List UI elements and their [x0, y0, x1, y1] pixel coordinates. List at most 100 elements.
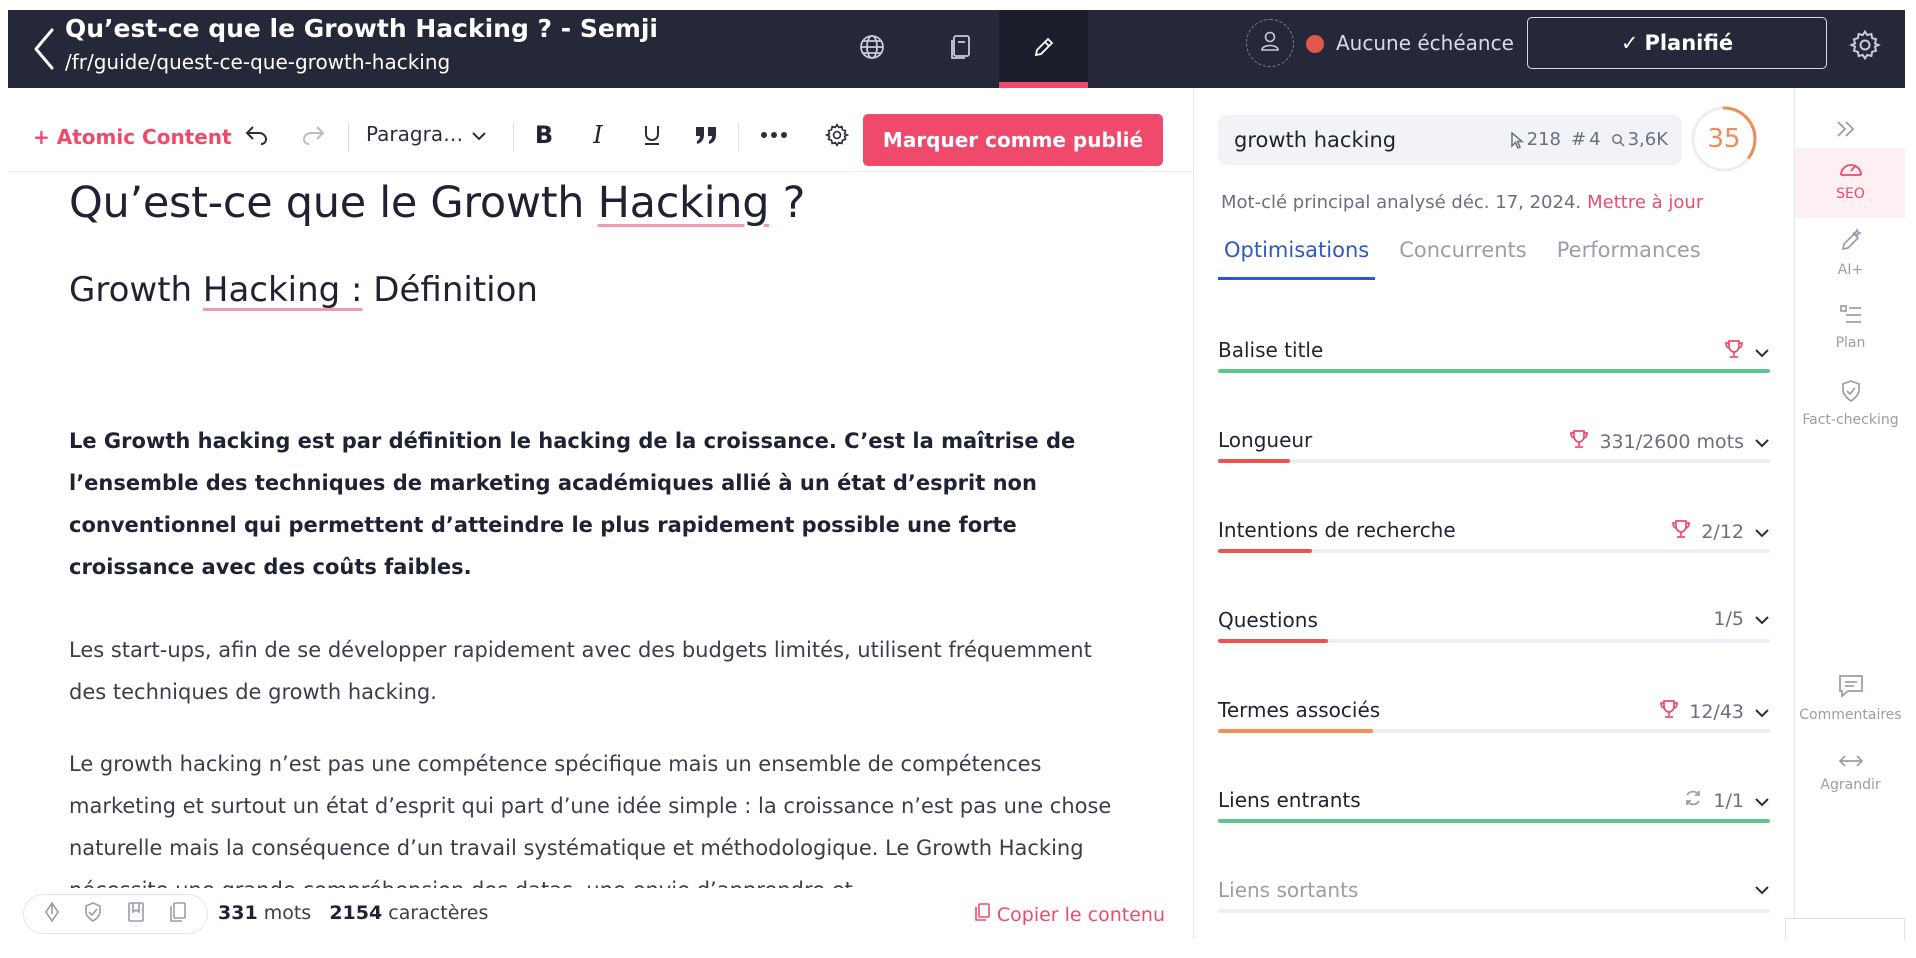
chevron-down-icon[interactable]: [1754, 608, 1770, 630]
criterion-progress-bar: [1218, 909, 1770, 913]
word-count-value: 331: [218, 902, 258, 924]
article-heading-2[interactable]: Growth Hacking : Définition: [69, 270, 538, 310]
criterion-row[interactable]: Questions 1/5: [1218, 608, 1770, 648]
status-planned-button[interactable]: ✓ Planifié: [1527, 17, 1827, 69]
criterion-progress-bar: [1218, 459, 1770, 463]
more-options-icon[interactable]: [757, 118, 791, 152]
tab-performances[interactable]: Performances: [1551, 238, 1707, 280]
chevron-down-icon[interactable]: [1754, 790, 1770, 812]
rail-item-seo[interactable]: SEO: [1795, 148, 1905, 218]
outline-list-icon: [1838, 303, 1864, 331]
analysis-date-text: Mot-clé principal analysé déc. 17, 2024.: [1221, 192, 1582, 213]
heading-2-text-end: Définition: [362, 270, 538, 310]
article-heading-1[interactable]: Qu’est-ce que le Growth Hacking ?: [69, 178, 805, 228]
criterion-row[interactable]: Longueur 331/2600 mots: [1218, 428, 1770, 468]
italic-icon[interactable]: I: [581, 118, 615, 152]
paragraph-style-select[interactable]: Paragra…: [366, 122, 487, 146]
criterion-label: Liens sortants: [1218, 878, 1359, 902]
criterion-value: 331/2600 mots: [1599, 430, 1744, 453]
criterion-row[interactable]: Balise title: [1218, 338, 1770, 378]
keyword-analysis-date: Mot-clé principal analysé déc. 17, 2024.…: [1221, 192, 1703, 213]
tab-optimisations[interactable]: Optimisations: [1218, 238, 1376, 280]
underline-icon[interactable]: [635, 118, 669, 152]
chevron-down-icon[interactable]: [1754, 521, 1770, 543]
rail-label-fact-checking: Fact-checking: [1802, 412, 1899, 428]
criterion-progress-fill: [1218, 819, 1770, 823]
chevron-down-icon[interactable]: [1754, 878, 1770, 900]
main-keyword-box[interactable]: growth hacking 218 # 4 3,6K: [1218, 115, 1682, 165]
criterion-row[interactable]: Liens sortants: [1218, 878, 1770, 918]
criterion-row[interactable]: Termes associés 12/43: [1218, 698, 1770, 738]
tab-editor[interactable]: [999, 10, 1088, 88]
undo-icon[interactable]: [240, 118, 274, 152]
copy-document-icon[interactable]: [168, 901, 188, 927]
shield-check-icon[interactable]: [83, 901, 103, 927]
criterion-row[interactable]: Liens entrants 1/1: [1218, 788, 1770, 828]
editor-toolbar: + Atomic Content Paragra… B I Marquer co…: [8, 88, 1193, 172]
top-bar: Qu’est-ce que le Growth Hacking ? - Semj…: [8, 10, 1905, 88]
rail-label-expand: Agrandir: [1820, 777, 1881, 793]
due-date-status-dot: [1306, 35, 1324, 53]
chevron-down-icon: [471, 122, 487, 146]
back-arrow-icon[interactable]: [30, 26, 60, 72]
criterion-value: 1/1: [1713, 789, 1744, 812]
collapse-panel-icon[interactable]: [1835, 120, 1857, 142]
criterion-status: 1/1: [1683, 788, 1770, 813]
heading-2-highlighted-term: Hacking :: [202, 270, 363, 310]
content-score[interactable]: 35: [1690, 105, 1758, 173]
clicks-value: 218: [1526, 129, 1562, 150]
tab-globe[interactable]: [827, 10, 916, 88]
footer-tools: [23, 894, 208, 934]
chevron-down-icon[interactable]: [1754, 341, 1770, 363]
pencil-icon: [1032, 35, 1056, 63]
corner-popup[interactable]: [1785, 918, 1905, 940]
seo-panel: growth hacking 218 # 4 3,6K 35 Mot-clé p…: [1194, 88, 1794, 940]
copy-content-button[interactable]: Copier le contenu: [973, 902, 1165, 927]
heading-1-highlighted-term: Hacking: [597, 178, 770, 228]
comment-icon: [1837, 673, 1865, 703]
toolbar-divider: [348, 122, 349, 152]
rail-label-comments: Commentaires: [1799, 707, 1902, 723]
tab-document[interactable]: [916, 10, 1005, 88]
assignee-avatar[interactable]: [1246, 19, 1294, 67]
article-paragraph[interactable]: Les start-ups, afin de se développer rap…: [69, 629, 1129, 713]
criterion-row[interactable]: Intentions de recherche 2/12: [1218, 518, 1770, 558]
quote-icon[interactable]: [689, 118, 723, 152]
criterion-progress-fill: [1218, 729, 1373, 733]
criterion-progress-fill: [1218, 639, 1329, 643]
bold-icon[interactable]: B: [527, 118, 561, 152]
redo-icon[interactable]: [296, 118, 330, 152]
check-icon: ✓: [1620, 31, 1639, 55]
article-paragraph[interactable]: Le growth hacking n’est pas une compéten…: [69, 743, 1129, 888]
rail-item-expand[interactable]: Agrandir: [1795, 753, 1905, 793]
keyword-clicks: 218: [1510, 129, 1561, 150]
chevron-down-icon[interactable]: [1754, 701, 1770, 723]
rail-item-fact-checking[interactable]: Fact-checking: [1795, 378, 1905, 428]
tab-concurrents[interactable]: Concurrents: [1393, 238, 1533, 280]
keyword-stats: 218 # 4 3,6K: [1510, 129, 1668, 150]
refresh-icon[interactable]: [1683, 788, 1703, 813]
word-count-label: mots: [263, 902, 312, 924]
status-label: Planifié: [1644, 31, 1734, 55]
bookmark-icon[interactable]: [126, 901, 146, 927]
pen-nib-icon[interactable]: [43, 901, 61, 927]
atomic-content-button[interactable]: + Atomic Content: [33, 125, 232, 149]
gauge-icon: [1838, 158, 1864, 182]
rail-item-ai[interactable]: AI+: [1795, 228, 1905, 278]
criterion-label: Questions: [1218, 608, 1318, 632]
mark-as-published-button[interactable]: Marquer comme publié: [863, 114, 1163, 166]
criterion-status: 331/2600 mots: [1569, 428, 1770, 455]
due-date-label[interactable]: Aucune échéance: [1336, 31, 1514, 55]
update-analysis-link[interactable]: Mettre à jour: [1587, 192, 1703, 213]
rail-item-comments[interactable]: Commentaires: [1795, 673, 1905, 723]
character-count-label: caractères: [388, 902, 489, 924]
rail-item-plan[interactable]: Plan: [1795, 303, 1905, 351]
criterion-progress-bar: [1218, 369, 1770, 373]
shield-check-icon: [1838, 378, 1864, 408]
editor-settings-gear-icon[interactable]: [820, 118, 854, 152]
article-paragraph-intro[interactable]: Le Growth hacking est par définition le …: [69, 420, 1129, 588]
toolbar-divider: [738, 122, 739, 152]
editor-content[interactable]: Qu’est-ce que le Growth Hacking ? Growth…: [69, 172, 1129, 888]
settings-gear-icon[interactable]: [1848, 28, 1882, 62]
chevron-down-icon[interactable]: [1754, 431, 1770, 453]
